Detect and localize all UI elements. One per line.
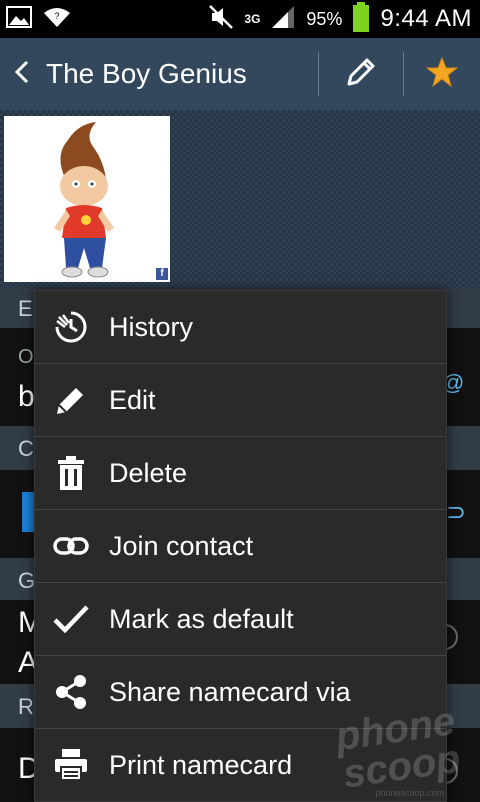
contact-photo[interactable]: f: [4, 116, 170, 282]
battery-icon: [352, 1, 370, 37]
wifi-icon: ?: [42, 5, 72, 34]
trash-icon: [35, 437, 107, 509]
action-bar: The Boy Genius: [0, 38, 480, 110]
menu-item-delete[interactable]: Delete: [35, 437, 446, 510]
menu-item-label: Delete: [109, 457, 188, 488]
link-icon: [35, 510, 107, 582]
watermark-url: phonescoop.com: [375, 788, 444, 798]
gallery-notification-icon: [6, 5, 32, 33]
clock: 9:44 AM: [380, 5, 472, 32]
network-type: 3G: [244, 12, 261, 26]
profile-header: f: [0, 110, 480, 288]
menu-item-label: History: [109, 311, 194, 342]
menu-item-label: Print namecard: [109, 749, 293, 780]
mute-icon: [208, 4, 234, 35]
menu-item-label: Join contact: [109, 530, 254, 561]
cartoon-avatar-image: [54, 122, 114, 278]
svg-text:?: ?: [54, 11, 59, 21]
menu-item-label: Edit: [109, 384, 156, 415]
menu-item-label: Share namecard via: [109, 676, 351, 707]
checkmark-icon: [35, 583, 107, 655]
favorite-button[interactable]: [404, 38, 480, 110]
share-icon: [35, 656, 107, 728]
edit-button[interactable]: [319, 38, 403, 110]
facebook-icon: f: [156, 268, 168, 280]
menu-item-history[interactable]: History: [35, 291, 446, 364]
status-bar: ? 3G 95% 9:44 AM: [0, 0, 480, 38]
chevron-left-icon: [14, 60, 30, 89]
battery-percent: 95%: [306, 8, 343, 29]
history-icon: [35, 291, 107, 363]
menu-item-mark-default[interactable]: Mark as default: [35, 583, 446, 656]
back-button[interactable]: [2, 38, 42, 110]
star-icon: [425, 56, 459, 93]
link-partial-icon: ⊃: [446, 499, 467, 526]
account-indicator: [22, 492, 34, 532]
pencil-icon: [343, 54, 379, 95]
printer-icon: [35, 729, 107, 801]
pencil-icon: [35, 364, 107, 436]
signal-icon: [270, 5, 296, 34]
menu-item-join-contact[interactable]: Join contact: [35, 510, 446, 583]
menu-item-edit[interactable]: Edit: [35, 364, 446, 437]
watermark: phone scoop: [332, 699, 464, 797]
contact-name[interactable]: The Boy Genius: [42, 58, 318, 90]
menu-item-label: Mark as default: [109, 603, 294, 634]
